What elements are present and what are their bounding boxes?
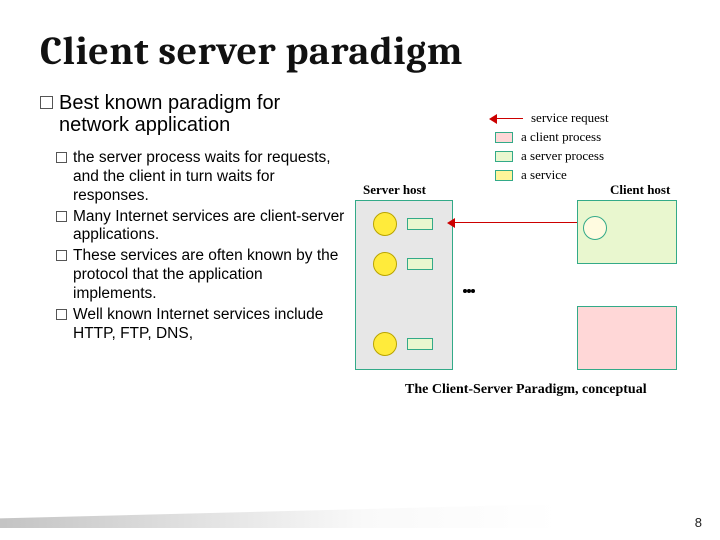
bullet-text: These services are often known by the pr…: [73, 247, 345, 304]
diagram-caption: The Client-Server Paradigm, conceptual: [405, 382, 647, 398]
client-server-diagram: service request a client process a serve…: [355, 110, 685, 390]
legend-swatch-icon: [495, 170, 513, 181]
server-process-icon: [373, 332, 397, 356]
server-host-box: [355, 200, 453, 370]
client-process-icon: [583, 216, 607, 240]
bullet-text: the server process waits for requests, a…: [73, 149, 345, 206]
legend-row-service: a service: [495, 167, 609, 183]
server-process-icon: [373, 252, 397, 276]
client-host-label: Client host: [610, 182, 670, 198]
bullet-list: the server process waits for requests, a…: [40, 149, 345, 344]
server-process-icon: [373, 212, 397, 236]
list-item: the server process waits for requests, a…: [56, 149, 345, 206]
square-bullet-icon: [56, 309, 67, 320]
page-title: Client server paradigm: [40, 28, 690, 74]
legend: service request a client process a serve…: [495, 110, 609, 186]
legend-row-request: service request: [495, 110, 609, 126]
service-icon: [407, 258, 433, 270]
text-column: Best known paradigm for network applicat…: [40, 92, 345, 390]
request-arrow-icon: [453, 222, 577, 223]
legend-label: a client process: [521, 129, 601, 145]
ellipsis-icon: [463, 286, 475, 296]
server-host-label: Server host: [363, 182, 426, 198]
legend-swatch-icon: [495, 151, 513, 162]
square-bullet-icon: [56, 152, 67, 163]
decorative-wedge: [0, 504, 560, 528]
legend-label: a server process: [521, 148, 604, 164]
content-row: Best known paradigm for network applicat…: [40, 92, 690, 390]
square-bullet-icon: [56, 211, 67, 222]
square-bullet-icon: [56, 250, 67, 261]
client-host-box: [577, 306, 677, 370]
legend-row-client: a client process: [495, 129, 609, 145]
list-item: Many Internet services are client-server…: [56, 208, 345, 246]
legend-label: service request: [531, 110, 609, 126]
list-item: These services are often known by the pr…: [56, 247, 345, 304]
lead-bullet: Best known paradigm for network applicat…: [40, 92, 345, 137]
service-icon: [407, 338, 433, 350]
page-number: 8: [695, 515, 702, 530]
arrow-left-icon: [495, 118, 523, 119]
lead-text: Best known paradigm for network applicat…: [59, 92, 345, 137]
bullet-text: Many Internet services are client-server…: [73, 208, 345, 246]
legend-swatch-icon: [495, 132, 513, 143]
bullet-text: Well known Internet services include HTT…: [73, 306, 345, 344]
legend-row-server: a server process: [495, 148, 609, 164]
service-icon: [407, 218, 433, 230]
list-item: Well known Internet services include HTT…: [56, 306, 345, 344]
square-bullet-icon: [40, 96, 53, 109]
legend-label: a service: [521, 167, 567, 183]
diagram-column: service request a client process a serve…: [355, 92, 685, 390]
slide: Client server paradigm Best known paradi…: [0, 0, 720, 540]
